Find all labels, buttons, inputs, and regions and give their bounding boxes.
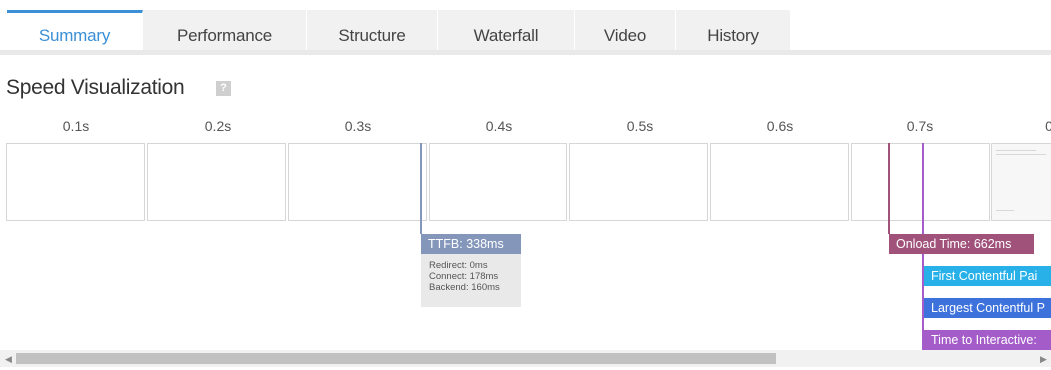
thumbnail-text-line (996, 150, 1036, 151)
filmstrip-frame (710, 143, 849, 221)
section-title: Speed Visualization (6, 76, 185, 99)
ttfb-backend: Backend: 160ms (429, 282, 500, 293)
ttfb-details: Redirect: 0ms Connect: 178ms Backend: 16… (421, 254, 521, 307)
tab-waterfall[interactable]: Waterfall (438, 10, 575, 55)
filmstrip-frame (851, 143, 990, 221)
fcp-label: First Contentful Pai (924, 266, 1051, 286)
horizontal-scrollbar[interactable]: ◀ ▶ (0, 350, 1051, 367)
tab-history[interactable]: History (676, 10, 791, 55)
timeline-tick: 0.2s (204, 118, 232, 134)
timeline-tick: 0.5s (626, 118, 654, 134)
onload-label: Onload Time: 662ms (889, 234, 1034, 254)
timeline-tick: 0.4s (485, 118, 513, 134)
timeline-tick: 0.1s (62, 118, 90, 134)
tab-video[interactable]: Video (575, 10, 676, 55)
help-icon[interactable]: ? (216, 81, 231, 96)
scrollbar-thumb[interactable] (16, 353, 776, 364)
filmstrip-frame (429, 143, 567, 221)
tab-underline (0, 50, 1051, 55)
timeline-tick: 0.3s (344, 118, 372, 134)
ttfb-connect: Connect: 178ms (429, 271, 499, 282)
timeline-tick: 0 (1045, 118, 1051, 134)
tab-performance[interactable]: Performance (143, 10, 307, 55)
thumbnail-text-line (996, 210, 1014, 211)
filmstrip-frame (569, 143, 708, 221)
filmstrip-thumbnail (991, 143, 1051, 221)
filmstrip-frame (288, 143, 427, 221)
timeline-tick: 0.6s (766, 118, 794, 134)
ttfb-redirect: Redirect: 0ms (429, 260, 488, 271)
tab-structure[interactable]: Structure (307, 10, 438, 55)
tab-summary[interactable]: Summary (7, 10, 143, 55)
thumbnail-text-line (996, 154, 1046, 155)
filmstrip-frame (147, 143, 286, 221)
tab-bar: Summary Performance Structure Waterfall … (0, 5, 1051, 55)
scroll-left-icon[interactable]: ◀ (5, 354, 12, 365)
tti-label: Time to Interactive: (924, 330, 1051, 350)
lcp-label: Largest Contentful P (924, 298, 1051, 318)
timeline-tick: 0.7s (906, 118, 934, 134)
ttfb-label: TTFB: 338ms (421, 234, 521, 254)
ttfb-marker-line (420, 143, 422, 234)
scroll-right-icon[interactable]: ▶ (1040, 354, 1047, 365)
onload-marker-line (888, 143, 890, 234)
filmstrip-frame (6, 143, 145, 221)
